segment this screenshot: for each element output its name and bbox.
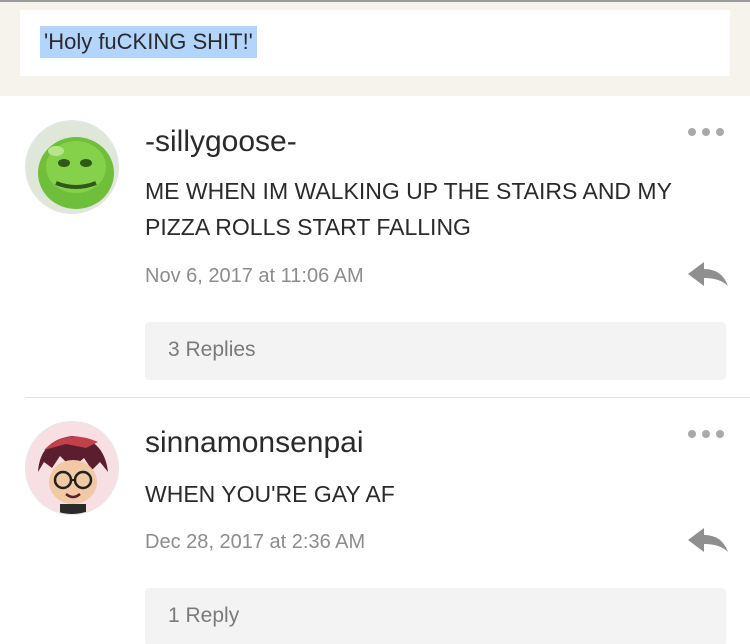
comment-username[interactable]: sinnamonsenpai	[145, 425, 363, 461]
quoted-post-band: 'Holy fuCKING SHIT!'	[0, 0, 750, 96]
green-creature-avatar-icon	[26, 121, 118, 213]
comment-divider	[25, 397, 750, 398]
user-avatar[interactable]	[25, 120, 119, 214]
quoted-text[interactable]: 'Holy fuCKING SHIT!'	[40, 26, 257, 58]
comment-body: WHEN YOU'RE GAY AF	[145, 481, 395, 507]
more-options-icon[interactable]	[688, 125, 728, 139]
comment-username[interactable]: -sillygoose-	[145, 124, 297, 160]
view-replies-button[interactable]: 3 Replies	[145, 322, 726, 380]
replies-count: 3 Replies	[168, 338, 256, 361]
comment-timestamp: Nov 6, 2017 at 11:06 AM	[145, 265, 364, 287]
more-options-icon[interactable]	[688, 427, 728, 441]
reply-arrow-icon[interactable]	[686, 524, 730, 558]
comment-timestamp: Dec 28, 2017 at 2:36 AM	[145, 531, 366, 553]
comment-body: ME WHEN IM WALKING UP THE STAIRS AND MY …	[145, 178, 672, 240]
glasses-character-avatar-icon	[26, 422, 118, 514]
reply-arrow-icon[interactable]	[686, 258, 730, 292]
view-replies-button[interactable]: 1 Reply	[145, 588, 726, 644]
quoted-post-box: 'Holy fuCKING SHIT!'	[20, 10, 730, 76]
user-avatar[interactable]	[25, 421, 119, 515]
replies-count: 1 Reply	[168, 604, 240, 627]
